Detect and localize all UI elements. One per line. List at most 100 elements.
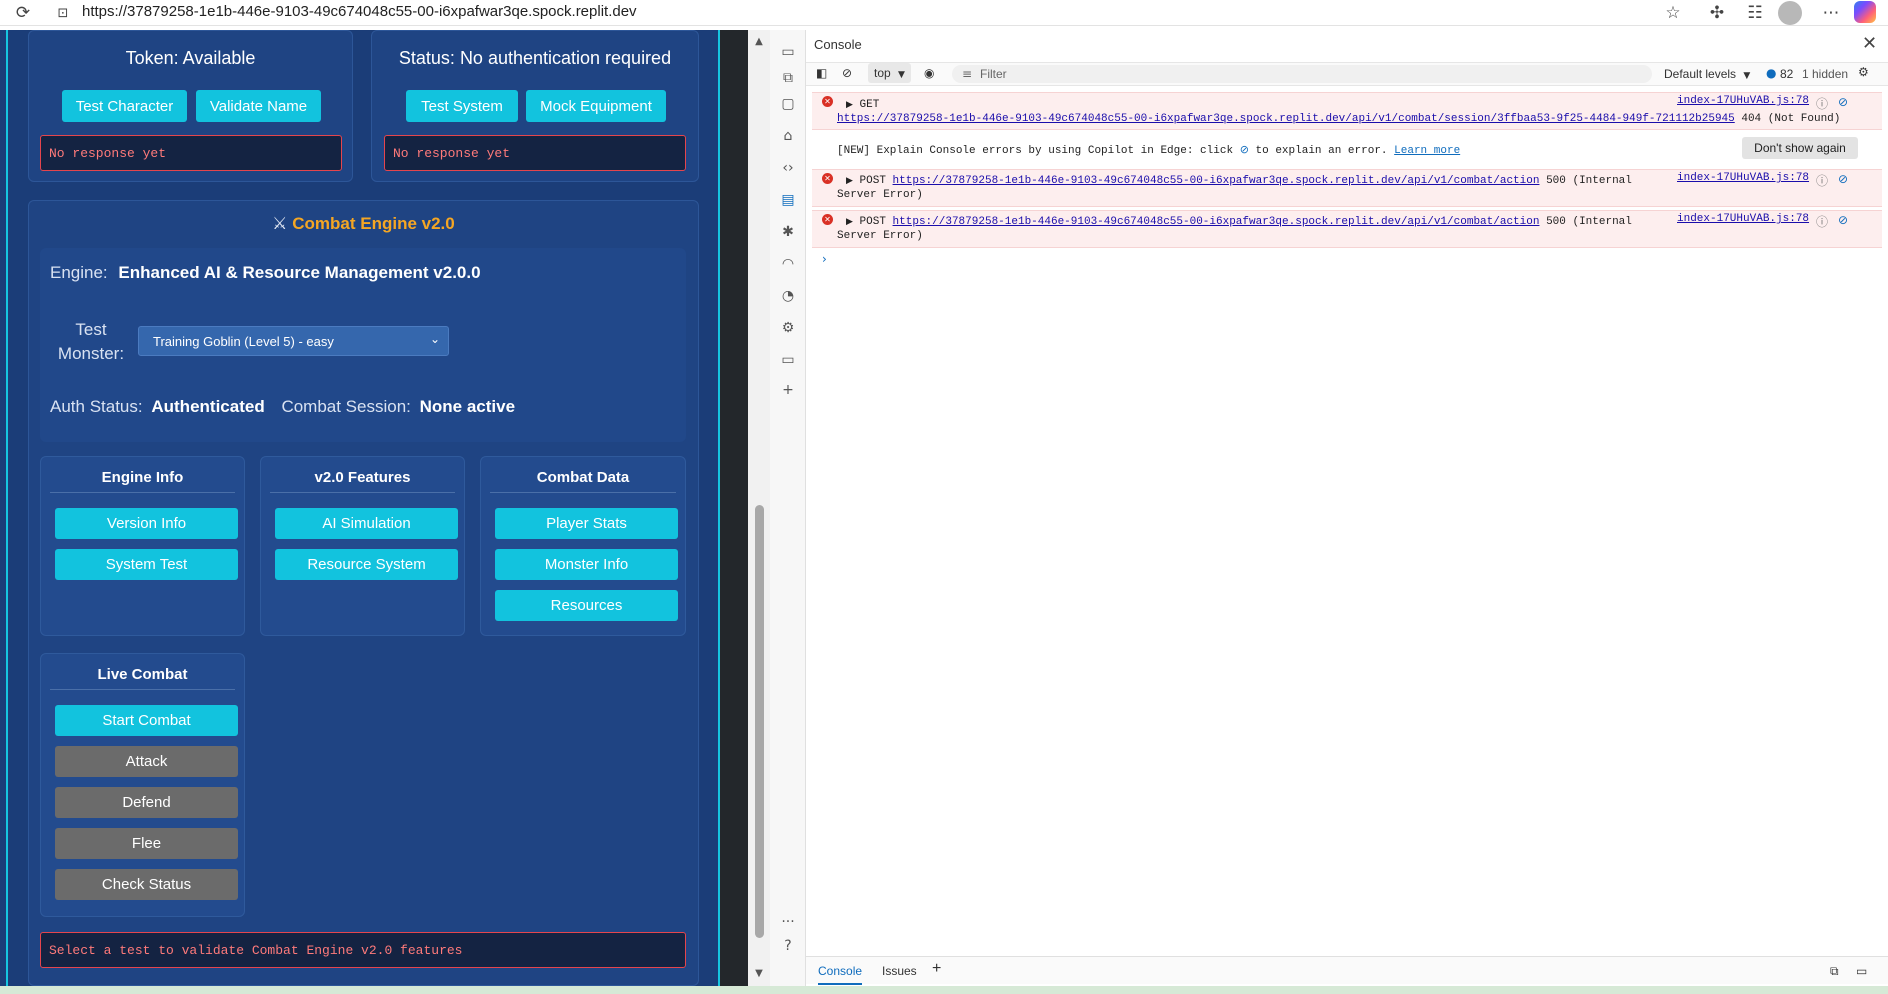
monster-select[interactable]: Training Goblin (Level 5) - easy ⌄ bbox=[138, 326, 449, 356]
request-url-link[interactable]: https://37879258-1e1b-446e-9103-49c67404… bbox=[893, 175, 1540, 187]
device-emulation-icon[interactable]: ▭ bbox=[778, 44, 798, 64]
console-settings-icon[interactable]: ⚙ bbox=[1858, 65, 1869, 79]
source-link[interactable]: index-17UHuVAB.js:78 bbox=[1677, 95, 1809, 107]
console-icon[interactable]: ▤ bbox=[778, 192, 798, 212]
settings-gear-icon[interactable]: ⚙ bbox=[778, 320, 798, 340]
add-tool-icon[interactable]: + bbox=[778, 382, 798, 402]
scroll-up-icon[interactable]: ▲ bbox=[752, 36, 766, 47]
live-expression-eye-icon[interactable]: ◉ bbox=[924, 66, 934, 80]
info-circle-icon[interactable]: ⓘ bbox=[1816, 213, 1828, 230]
sidebar-toggle-icon[interactable]: ◧ bbox=[816, 66, 827, 80]
chevron-down-icon: ▼ bbox=[1743, 71, 1751, 81]
application-icon[interactable]: ▭ bbox=[778, 352, 798, 372]
scroll-down-icon[interactable]: ▼ bbox=[752, 968, 766, 979]
more-menu-icon[interactable]: ⋯ bbox=[1820, 2, 1842, 24]
error-icon: ✕ bbox=[822, 173, 833, 184]
help-icon[interactable]: ? bbox=[778, 938, 798, 958]
log-levels-select[interactable]: Default levels ▼ bbox=[1664, 67, 1750, 81]
test-system-button[interactable]: Test System bbox=[406, 90, 518, 122]
source-link[interactable]: index-17UHuVAB.js:78 bbox=[1677, 172, 1809, 184]
filter-icon: ≡ bbox=[962, 67, 973, 81]
console-error-detail[interactable]: ▶ POST https://37879258-1e1b-446e-9103-4… bbox=[846, 216, 1632, 228]
mock-equipment-button[interactable]: Mock Equipment bbox=[526, 90, 666, 122]
devtools-activity-bar: ▭ ⧉ ▢ ⌂ ‹› ▤ ✱ ◠ ◔ ⚙ ▭ + ... ? bbox=[770, 30, 806, 986]
site-info-icon[interactable]: ⊡ bbox=[52, 2, 74, 24]
message-count-icon: ● bbox=[1766, 66, 1777, 80]
undock-drawer-icon[interactable]: ⧉ bbox=[1830, 964, 1839, 979]
expand-triangle-icon: ▶ bbox=[846, 217, 853, 227]
profile-avatar[interactable] bbox=[1778, 1, 1802, 25]
source-link[interactable]: index-17UHuVAB.js:78 bbox=[1677, 213, 1809, 225]
resources-button[interactable]: Resources bbox=[495, 590, 678, 621]
copilot-explain-icon[interactable]: ⊘ bbox=[1838, 95, 1848, 109]
favorites-icon[interactable]: ☷ bbox=[1744, 2, 1766, 24]
elements-icon[interactable]: ‹› bbox=[778, 160, 798, 180]
console-error-detail[interactable]: ▶ POST https://37879258-1e1b-446e-9103-4… bbox=[846, 175, 1632, 187]
message-count[interactable]: 82 bbox=[1780, 67, 1793, 81]
engine-value: Enhanced AI & Resource Management v2.0.0 bbox=[118, 263, 481, 282]
version-info-button[interactable]: Version Info bbox=[55, 508, 238, 539]
test-character-button[interactable]: Test Character bbox=[62, 90, 187, 122]
add-tab-icon[interactable]: + bbox=[932, 960, 941, 978]
request-method: POST bbox=[859, 175, 886, 187]
copilot-explain-icon[interactable]: ⊘ bbox=[1838, 172, 1848, 186]
collapse-drawer-icon[interactable]: ▭ bbox=[1856, 964, 1867, 978]
error-icon: ✕ bbox=[822, 96, 833, 107]
clear-console-icon[interactable]: ⊘ bbox=[842, 66, 852, 80]
check-status-button[interactable]: Check Status bbox=[55, 869, 238, 900]
more-tools-icon[interactable]: ... bbox=[778, 910, 798, 930]
divider bbox=[50, 689, 235, 690]
request-status: 404 (Not Found) bbox=[1741, 113, 1841, 125]
hidden-count: 1 hidden bbox=[1802, 67, 1849, 81]
tab-issues[interactable]: Issues bbox=[882, 964, 917, 978]
resource-system-button[interactable]: Resource System bbox=[275, 549, 458, 580]
sources-bug-icon[interactable]: ✱ bbox=[778, 224, 798, 244]
combat-engine-header: ⚔ Combat Engine v2.0 bbox=[28, 214, 699, 234]
player-stats-button[interactable]: Player Stats bbox=[495, 508, 678, 539]
dock-icon[interactable]: ▢ bbox=[778, 96, 798, 116]
tab-console[interactable]: Console bbox=[818, 964, 863, 985]
dont-show-again-button[interactable]: Don't show again bbox=[1742, 137, 1858, 159]
context-select[interactable]: top ▼ bbox=[868, 63, 911, 83]
copilot-info-message: [NEW] Explain Console errors by using Co… bbox=[837, 143, 1460, 157]
combat-data-title: Combat Data bbox=[536, 469, 630, 486]
copilot-icon[interactable] bbox=[1854, 1, 1876, 23]
app-border-left bbox=[6, 30, 8, 986]
favorite-star-icon[interactable]: ☆ bbox=[1662, 2, 1684, 24]
learn-more-link[interactable]: Learn more bbox=[1394, 145, 1460, 157]
engine-info-title: Engine Info bbox=[101, 469, 184, 486]
page-scrollbar-thumb[interactable] bbox=[755, 505, 764, 938]
info-circle-icon[interactable]: ⓘ bbox=[1816, 95, 1828, 112]
copilot-explain-icon[interactable]: ⊘ bbox=[1838, 213, 1848, 227]
performance-icon[interactable]: ◔ bbox=[778, 288, 798, 308]
console-filter-input[interactable]: ≡ Filter bbox=[952, 65, 1652, 83]
close-icon[interactable]: ✕ bbox=[1862, 33, 1877, 54]
context-value: top bbox=[874, 66, 891, 80]
system-test-button[interactable]: System Test bbox=[55, 549, 238, 580]
welcome-home-icon[interactable]: ⌂ bbox=[778, 128, 798, 148]
request-url-link[interactable]: https://37879258-1e1b-446e-9103-49c67404… bbox=[837, 113, 1735, 125]
network-wifi-icon[interactable]: ◠ bbox=[778, 256, 798, 276]
flee-button[interactable]: Flee bbox=[55, 828, 238, 859]
engine-line: Engine: Enhanced AI & Resource Managemen… bbox=[50, 263, 481, 283]
info-circle-icon[interactable]: ⓘ bbox=[1816, 172, 1828, 189]
attack-button[interactable]: Attack bbox=[55, 746, 238, 777]
monster-label: Test Monster: bbox=[56, 318, 126, 366]
inspect-icon[interactable]: ⧉ bbox=[778, 70, 798, 90]
filter-placeholder: Filter bbox=[980, 67, 1007, 81]
start-combat-button[interactable]: Start Combat bbox=[55, 705, 238, 736]
extensions-icon[interactable]: ✣ bbox=[1706, 2, 1728, 24]
log-levels-value: Default levels bbox=[1664, 67, 1737, 81]
console-prompt-icon[interactable]: › bbox=[822, 252, 827, 266]
token-response: No response yet bbox=[40, 135, 342, 171]
validate-name-button[interactable]: Validate Name bbox=[196, 90, 321, 122]
address-bar[interactable]: https://37879258-1e1b-446e-9103-49c67404… bbox=[82, 3, 637, 20]
devtools-title: Console bbox=[814, 37, 862, 52]
ai-simulation-button[interactable]: AI Simulation bbox=[275, 508, 458, 539]
reload-icon[interactable]: ⟳ bbox=[12, 2, 34, 24]
monster-info-button[interactable]: Monster Info bbox=[495, 549, 678, 580]
request-url-link[interactable]: https://37879258-1e1b-446e-9103-49c67404… bbox=[893, 216, 1540, 228]
defend-button[interactable]: Defend bbox=[55, 787, 238, 818]
console-error-method[interactable]: ▶ GET bbox=[846, 99, 879, 111]
request-status-cont: Server Error) bbox=[837, 189, 923, 201]
